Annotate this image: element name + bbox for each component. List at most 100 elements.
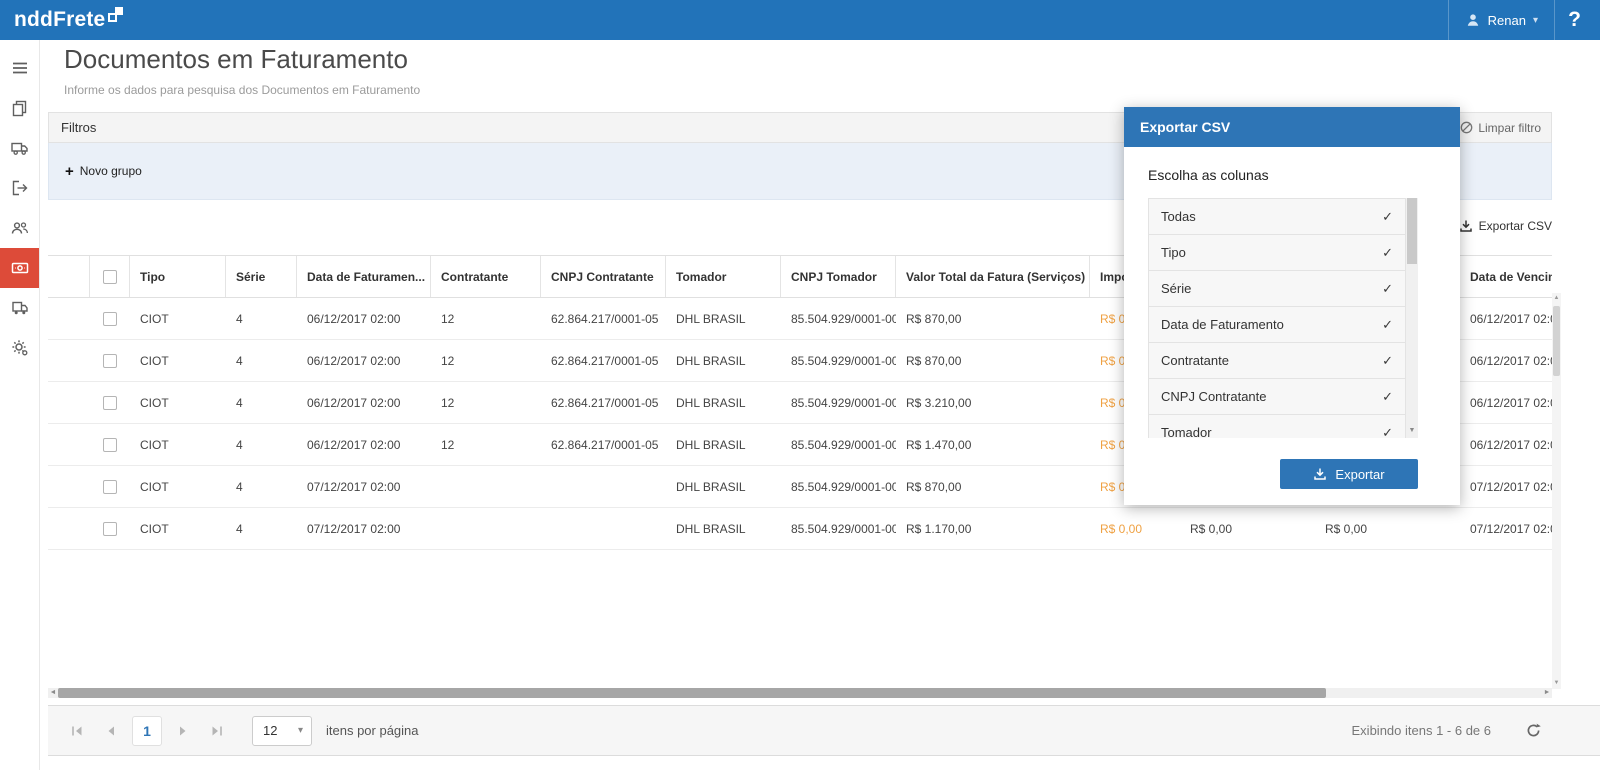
scroll-down-icon[interactable]: ▼ [1552,678,1561,689]
options-scrollbar[interactable]: ▼ [1406,198,1418,438]
horizontal-scrollbar-thumb[interactable] [58,688,1326,698]
cell-hidden-1: R$ 0,00 [1180,508,1315,549]
column-header-serie[interactable]: Série [226,256,297,297]
scroll-up-icon[interactable]: ▲ [1552,293,1561,304]
next-page-button[interactable] [166,714,200,748]
check-icon: ✓ [1382,425,1393,439]
option-label: CNPJ Contratante [1161,389,1267,404]
column-header-data-vencimento[interactable]: Data de Vencimento [1460,256,1552,297]
column-header-valor-total[interactable]: Valor Total da Fatura (Serviços) [896,256,1090,297]
option-label: Tipo [1161,245,1186,260]
select-all-checkbox[interactable] [103,270,117,284]
option-label: Tomador [1161,425,1212,438]
cell-data-vencimento: 07/12/2017 02:00 [1460,508,1552,549]
row-checkbox[interactable] [103,438,117,452]
user-icon [1465,12,1481,28]
cell-data-vencimento: 07/12/2017 02:00 [1460,466,1552,507]
cell-contratante: 12 [431,298,541,339]
page-size-label: itens por página [326,723,419,738]
pagination-summary: Exibindo itens 1 - 6 de 6 [1352,723,1491,738]
sidebar-item-users[interactable] [0,208,39,248]
cell-cnpj-tomador: 85.504.929/0001-00 [781,382,896,423]
logo-text: nddFrete [14,7,105,33]
check-icon: ✓ [1382,209,1393,225]
column-header-tipo[interactable]: Tipo [130,256,226,297]
chevron-down-icon: ▾ [298,725,303,736]
option-label: Contratante [1161,353,1229,368]
row-checkbox[interactable] [103,522,117,536]
modal-export-button[interactable]: Exportar [1280,459,1418,489]
cell-contratante: 12 [431,340,541,381]
sidebar-item-export[interactable] [0,168,39,208]
cell-cnpj-tomador: 85.504.929/0001-00 [781,424,896,465]
clear-filter-label: Limpar filtro [1478,121,1541,135]
cell-tomador: DHL BRASIL [666,508,781,549]
cell-data-vencimento: 06/12/2017 02:00 [1460,382,1552,423]
cell-cnpj-contratante: 62.864.217/0001-05 [541,298,666,339]
copy-icon [11,99,29,117]
scroll-right-icon[interactable]: ► [1542,688,1552,698]
export-csv-modal: Exportar CSV Escolha as colunas Todas ✓ … [1124,107,1460,505]
delivery-truck-icon [11,299,29,317]
page-number-button[interactable]: 1 [132,716,162,746]
sidebar-item-billing[interactable] [0,248,39,288]
sidebar-item-fleet[interactable] [0,288,39,328]
app-logo[interactable]: nddFrete [14,7,125,33]
top-bar: nddFrete Renan ▾ ? [0,0,1600,40]
column-header-data-faturamento[interactable]: Data de Faturamen... [297,256,431,297]
cell-data-faturamento: 06/12/2017 02:00 [297,340,431,381]
cell-serie: 4 [226,424,297,465]
column-option-todas[interactable]: Todas ✓ [1148,198,1406,235]
page-size-select[interactable]: 12 ▾ [252,716,312,746]
column-option-cnpj-contratante[interactable]: CNPJ Contratante ✓ [1148,378,1406,415]
cell-serie: 4 [226,298,297,339]
column-header-expand [48,256,90,297]
cell-data-faturamento: 06/12/2017 02:00 [297,298,431,339]
user-menu[interactable]: Renan ▾ [1448,0,1554,40]
modal-prompt: Escolha as colunas [1148,167,1460,183]
column-option-contratante[interactable]: Contratante ✓ [1148,342,1406,379]
prev-page-button[interactable] [94,714,128,748]
column-option-serie[interactable]: Série ✓ [1148,270,1406,307]
sidebar-item-freight[interactable] [0,128,39,168]
row-checkbox[interactable] [103,396,117,410]
option-label: Data de Faturamento [1161,317,1284,332]
column-option-tomador[interactable]: Tomador ✓ [1148,414,1406,438]
column-header-cnpj-tomador[interactable]: CNPJ Tomador [781,256,896,297]
column-option-tipo[interactable]: Tipo ✓ [1148,234,1406,271]
cell-cnpj-tomador: 85.504.929/0001-00 [781,508,896,549]
cell-valor-total: R$ 1.470,00 [896,424,1090,465]
sidebar-item-settings[interactable] [0,328,39,368]
cell-serie: 4 [226,508,297,549]
horizontal-scrollbar[interactable]: ◄ ► [48,688,1552,698]
vertical-scrollbar-thumb[interactable] [1553,306,1560,376]
last-page-button[interactable] [200,714,234,748]
page-title: Documentos em Faturamento [64,44,408,75]
first-page-button[interactable] [60,714,94,748]
row-checkbox[interactable] [103,480,117,494]
user-name: Renan [1488,13,1526,28]
column-header-contratante[interactable]: Contratante [431,256,541,297]
menu-toggle[interactable] [0,48,39,88]
clear-filter-button[interactable]: Limpar filtro [1460,121,1541,135]
help-button[interactable]: ? [1554,0,1594,40]
sidebar-item-documents[interactable] [0,88,39,128]
new-group-button[interactable]: + Novo grupo [65,163,142,180]
column-header-cnpj-contratante[interactable]: CNPJ Contratante [541,256,666,297]
scroll-left-icon[interactable]: ◄ [48,688,58,698]
cell-tipo: CIOT [130,466,226,507]
cell-tomador: DHL BRASIL [666,382,781,423]
topbar-right: Renan ▾ ? [1448,0,1600,40]
column-header-tomador[interactable]: Tomador [666,256,781,297]
download-icon [1459,219,1473,233]
help-icon: ? [1568,8,1581,32]
vertical-scrollbar[interactable]: ▲ ▼ [1552,293,1561,689]
cell-cnpj-contratante: 62.864.217/0001-05 [541,424,666,465]
row-checkbox[interactable] [103,312,117,326]
row-checkbox[interactable] [103,354,117,368]
scroll-down-icon[interactable]: ▼ [1406,424,1418,438]
options-scrollbar-thumb[interactable] [1407,198,1417,264]
cell-tomador: DHL BRASIL [666,466,781,507]
refresh-button[interactable] [1525,722,1542,739]
column-option-data-faturamento[interactable]: Data de Faturamento ✓ [1148,306,1406,343]
